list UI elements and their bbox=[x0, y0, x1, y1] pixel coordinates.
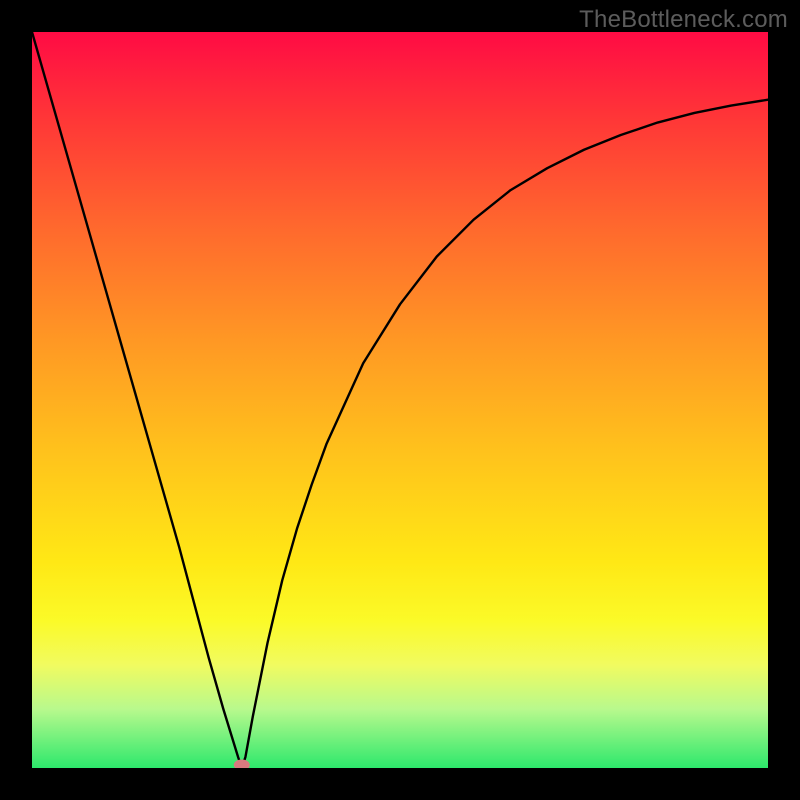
minimum-marker bbox=[234, 760, 250, 769]
watermark-text: TheBottleneck.com bbox=[579, 6, 788, 34]
bottleneck-curve bbox=[32, 32, 768, 768]
chart-frame: TheBottleneck.com bbox=[0, 0, 800, 800]
plot-area bbox=[32, 32, 768, 768]
chart-svg bbox=[32, 32, 768, 768]
